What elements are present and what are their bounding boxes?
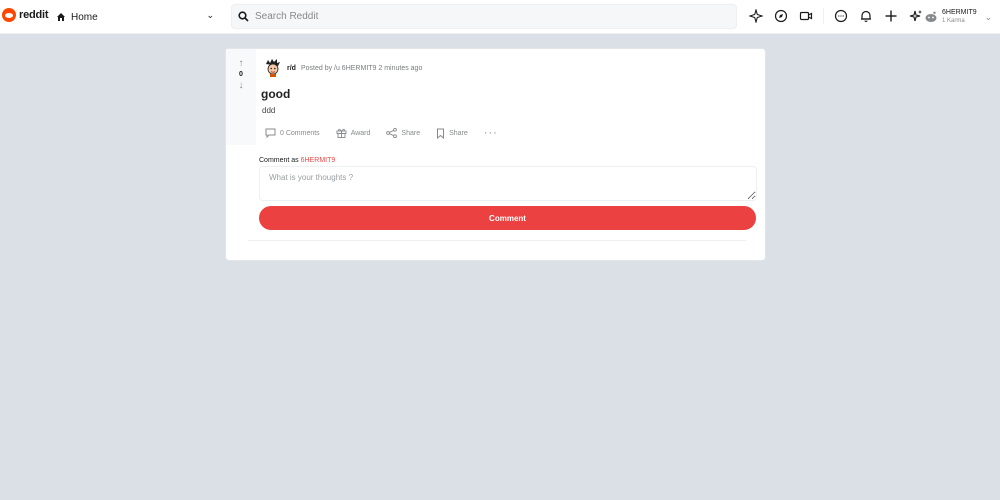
explore-icon[interactable] [773,8,789,24]
card-divider [248,240,746,241]
reddit-logo[interactable]: reddit [2,8,49,22]
avatar [925,11,937,22]
username: 6HERMIT9 [942,9,977,16]
header-icon-group [748,8,924,24]
post-actions: 0 Comments Award Share Share ··· [265,127,498,139]
search-bar[interactable] [231,4,737,29]
award-label: Award [350,129,371,137]
comment-username-link[interactable]: 6HERMIT9 [301,157,336,164]
vote-count: 0 [239,71,243,78]
chevron-down-icon: ⌄ [984,11,993,22]
share-button[interactable]: Share [386,128,420,138]
comment-as-label: Comment as 6HERMIT9 [259,157,335,164]
chat-icon[interactable] [833,8,849,24]
notification-icon[interactable] [858,8,874,24]
gift-icon [336,128,347,138]
search-icon [238,11,249,22]
award-button[interactable]: Award [336,128,371,138]
post-card: ↑ 0 ↓ r/d Posted by /u 6HERMIT9 2 minute… [225,48,766,261]
posted-by: Posted by /u 6HERMIT9 2 minutes ago [300,64,423,72]
comments-label: 0 Comments [280,129,320,137]
video-icon[interactable] [798,8,814,24]
subreddit-avatar-icon[interactable] [264,58,282,78]
upvote-arrow-icon[interactable]: ↑ [239,58,244,69]
share-icon [386,128,398,138]
comment-textarea[interactable] [259,166,757,201]
search-input[interactable] [255,11,715,22]
logo-text: reddit [19,9,49,21]
header-divider [823,8,824,24]
comment-submit-button[interactable]: Comment [259,206,756,230]
create-post-icon[interactable] [883,8,899,24]
chevron-down-icon: ⌄ [206,10,214,20]
post-body: ddd [262,106,276,115]
save-button[interactable]: Share [436,128,468,139]
vote-column: ↑ 0 ↓ [226,49,256,145]
home-dropdown[interactable]: Home ⌄ [56,9,216,25]
subreddit-link[interactable]: r/d [287,65,296,72]
top-navbar: reddit Home ⌄ Search Reddit 6HERMIT9 1 K… [0,0,1000,34]
post-meta: r/d Posted by /u 6HERMIT9 2 minutes ago [264,58,422,78]
popular-icon[interactable] [748,8,764,24]
home-label: Home [71,11,98,23]
downvote-arrow-icon[interactable]: ↓ [239,80,244,91]
user-menu[interactable]: 6HERMIT9 1 Karma ⌄ [923,4,995,30]
save-label: Share [449,129,468,137]
reddit-logo-icon [2,8,16,22]
comment-as-text: Comment as [259,157,299,164]
more-options-icon[interactable]: ··· [484,127,498,139]
home-icon [57,13,65,21]
bookmark-icon [437,128,445,139]
karma-count: 1 Karma [942,18,965,24]
comments-button[interactable]: 0 Comments [265,128,320,138]
premium-icon[interactable] [908,8,924,24]
post-title[interactable]: good [261,87,290,101]
comment-icon [265,128,276,138]
share-label: Share [401,129,421,137]
